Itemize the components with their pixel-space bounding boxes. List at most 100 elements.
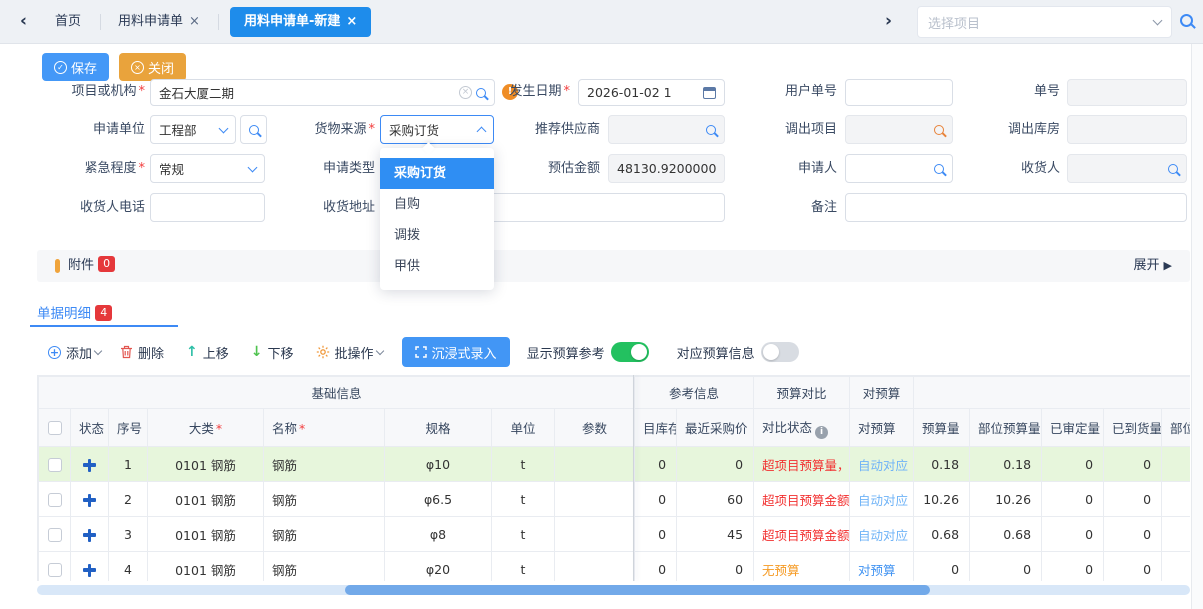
- column-header: 目库存: [635, 409, 677, 447]
- budget-action-cell: 自动对应: [850, 482, 914, 517]
- row-checkbox[interactable]: [48, 458, 62, 472]
- row-checkbox[interactable]: [48, 493, 62, 507]
- table-cell: 钢筋: [264, 552, 385, 582]
- table-cell: 0101 钢筋: [148, 517, 264, 552]
- search-icon[interactable]: [1168, 164, 1178, 174]
- column-header: 预算量: [914, 409, 970, 447]
- add-row-icon[interactable]: [83, 459, 96, 472]
- attachment-bar[interactable]: 附件 0 展开▶: [37, 250, 1190, 282]
- apply-unit-search-button[interactable]: [240, 115, 267, 144]
- tabs-back-icon[interactable]: ‹: [20, 11, 27, 31]
- budget-action-link[interactable]: 自动对应: [858, 493, 908, 508]
- column-header: 状态: [71, 409, 109, 447]
- select-all-checkbox[interactable]: [48, 421, 62, 435]
- immersive-entry-button[interactable]: 沉浸式录入: [402, 337, 510, 367]
- applicant-input[interactable]: [845, 154, 953, 183]
- table-cell: 0: [635, 517, 677, 552]
- add-row-icon[interactable]: [83, 494, 96, 507]
- row-select-cell: [39, 447, 71, 482]
- close-button[interactable]: × 关闭: [119, 53, 186, 81]
- field-label-receiver-addr: 收货地址: [280, 193, 375, 222]
- add-row-icon[interactable]: [83, 564, 96, 577]
- tab-material-request-new[interactable]: 用料申请单-新建×: [230, 7, 371, 37]
- budget-action-cell: 自动对应: [850, 517, 914, 552]
- expand-button[interactable]: 展开▶: [1134, 250, 1172, 282]
- table-cell: [555, 482, 635, 517]
- table-group-header: 参考信息: [635, 377, 754, 409]
- show-budget-ref-toggle[interactable]: [611, 342, 649, 362]
- add-button[interactable]: +添加: [48, 343, 101, 362]
- attachment-count-badge: 0: [98, 256, 115, 272]
- budget-action-link[interactable]: 对预算: [858, 563, 896, 578]
- tab-detail[interactable]: 单据明细 4: [37, 302, 112, 322]
- field-label-apply-type: 申请类型: [280, 154, 375, 183]
- budget-action-cell: 对预算: [850, 552, 914, 582]
- compare-status-text: 超项目预算金额: [762, 493, 850, 508]
- column-header: 序号: [109, 409, 148, 447]
- vertical-scrollbar-track[interactable]: [1191, 44, 1203, 609]
- search-icon[interactable]: [934, 164, 944, 174]
- toggle-knob: [763, 344, 779, 360]
- dropdown-option[interactable]: 采购订货: [380, 158, 494, 189]
- detail-table: 基础信息参考信息预算对比对预算状态序号大类*名称*规格单位参数目库存最近采购价对…: [38, 376, 1190, 581]
- compare-status-text: 无预算: [762, 563, 800, 578]
- apply-unit-select[interactable]: 工程部: [150, 115, 236, 144]
- tab-material-request[interactable]: 用料申请单×: [118, 0, 200, 44]
- row-checkbox[interactable]: [48, 528, 62, 542]
- search-icon[interactable]: [934, 125, 944, 135]
- receiver-phone-input[interactable]: [150, 193, 265, 222]
- table-cell: 0: [1042, 482, 1104, 517]
- chevron-down-icon: [375, 346, 383, 354]
- check-circle-icon: ✓: [54, 61, 67, 74]
- search-icon[interactable]: [706, 125, 716, 135]
- tab-close-icon[interactable]: ×: [189, 14, 200, 29]
- table-cell: 钢筋: [264, 447, 385, 482]
- urgency-select[interactable]: 常规: [150, 154, 265, 183]
- map-budget-info-toggle[interactable]: [761, 342, 799, 362]
- tab-close-icon[interactable]: ×: [346, 14, 357, 29]
- chevron-down-icon: [219, 123, 229, 133]
- dropdown-option[interactable]: 调拨: [380, 220, 494, 251]
- info-icon[interactable]: i: [815, 426, 828, 439]
- row-checkbox[interactable]: [48, 563, 62, 577]
- select-all-header: [39, 409, 71, 447]
- project-select-input[interactable]: 选择项目: [917, 6, 1172, 38]
- field-label-project-org: 项目或机构*: [40, 79, 145, 105]
- project-org-input[interactable]: 金石大厦二期 ×: [150, 79, 495, 106]
- move-down-button[interactable]: ↓下移: [251, 343, 297, 362]
- show-budget-ref-label: 显示预算参考: [527, 343, 605, 362]
- save-button[interactable]: ✓ 保存: [42, 53, 109, 81]
- chevron-down-icon[interactable]: [1153, 16, 1163, 26]
- remark-input[interactable]: [845, 193, 1187, 222]
- budget-action-link[interactable]: 自动对应: [858, 458, 908, 473]
- column-header: 单位: [492, 409, 555, 447]
- attachment-marker-icon: [55, 259, 60, 273]
- column-header: 部位预算量: [970, 409, 1042, 447]
- tabs-forward-icon[interactable]: ›: [885, 11, 892, 31]
- table-cell: 2: [109, 482, 148, 517]
- table-cell: φ20: [385, 552, 492, 582]
- dropdown-option[interactable]: 自购: [380, 189, 494, 220]
- row-select-cell: [39, 482, 71, 517]
- close-circle-icon: ×: [131, 61, 144, 74]
- budget-action-link[interactable]: 自动对应: [858, 528, 908, 543]
- move-up-button[interactable]: ↑上移: [186, 343, 232, 362]
- batch-ops-button[interactable]: 批操作: [316, 343, 383, 362]
- add-row-icon[interactable]: [83, 529, 96, 542]
- row-status-cell: [71, 482, 109, 517]
- delete-button[interactable]: 删除: [120, 343, 167, 362]
- occur-date-input[interactable]: 2026-01-02 1: [578, 79, 725, 106]
- search-icon[interactable]: [1180, 14, 1193, 27]
- horizontal-scrollbar-thumb[interactable]: [345, 585, 930, 595]
- goods-source-select[interactable]: 采购订货: [380, 115, 494, 144]
- user-no-input[interactable]: [845, 79, 953, 106]
- horizontal-scrollbar-track[interactable]: [37, 585, 1190, 595]
- chevron-up-icon: [477, 126, 487, 136]
- clear-icon[interactable]: ×: [459, 86, 472, 99]
- tab-home[interactable]: 首页: [55, 0, 81, 44]
- dropdown-option[interactable]: 甲供: [380, 251, 494, 282]
- row-select-cell: [39, 517, 71, 552]
- table-cell: 1: [109, 447, 148, 482]
- calendar-icon[interactable]: [703, 87, 716, 99]
- column-header: 大类*: [148, 409, 264, 447]
